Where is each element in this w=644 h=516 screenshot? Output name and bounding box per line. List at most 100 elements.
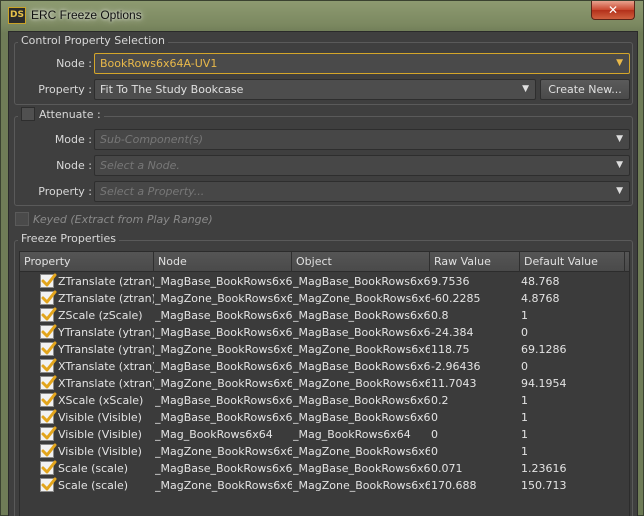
table-row[interactable]: Visible (Visible) _Mag_BookRows6x64 _Mag_B…	[20, 426, 629, 443]
cell-object: _Mag_BookRows6x64	[293, 428, 411, 441]
cell-object: _MagBase_BookRows6x64	[293, 360, 430, 373]
cell-object: _MagBase_BookRows6x64	[293, 394, 430, 407]
cell-property: ZTranslate (ztran)	[58, 292, 154, 305]
table-row[interactable]: XTranslate (xtran) _MagBase_BookRows6x64 _…	[20, 358, 629, 375]
cell-default-value: 1.23616	[521, 462, 567, 475]
mode-dropdown[interactable]: Sub-Component(s) ▼	[94, 129, 630, 150]
table-row[interactable]: ZTranslate (ztran) _MagZone_BookRows6x64 _…	[20, 290, 629, 307]
row-checkbox[interactable]	[40, 443, 57, 458]
control-property-selection-title: Control Property Selection	[18, 34, 168, 47]
node-dropdown[interactable]: BookRows6x64A-UV1 ▼	[94, 53, 630, 74]
cell-property: Visible (Visible)	[58, 411, 142, 424]
column-header-raw-value[interactable]: Raw Value	[430, 252, 520, 272]
checkmark-icon	[41, 324, 57, 338]
checkmark-icon	[41, 307, 57, 321]
cell-default-value: 0	[521, 326, 528, 339]
column-header-default-value[interactable]: Default Value	[520, 252, 625, 272]
chevron-down-icon: ▼	[616, 186, 623, 196]
row-checkbox[interactable]	[40, 290, 57, 305]
node-dropdown-value: BookRows6x64A-UV1	[100, 57, 218, 70]
close-button[interactable]: ✕	[591, 1, 635, 20]
create-new-button[interactable]: Create New...	[540, 79, 630, 100]
keyed-checkbox[interactable]	[15, 212, 29, 226]
column-header-property[interactable]: Property	[20, 252, 154, 272]
cell-property: ZScale (zScale)	[58, 309, 143, 322]
cell-raw-value: 0.071	[431, 462, 463, 475]
table-row[interactable]: ZTranslate (ztran) _MagBase_BookRows6x64 _…	[20, 273, 629, 290]
table-row[interactable]: Scale (scale) _MagBase_BookRows6x64 _MagBa…	[20, 460, 629, 477]
cell-default-value: 1	[521, 309, 528, 322]
row-checkbox[interactable]	[40, 409, 57, 424]
row-checkbox[interactable]	[40, 341, 57, 356]
cell-raw-value: -24.384	[431, 326, 474, 339]
attenuate-node-dropdown[interactable]: Select a Node. ▼	[94, 155, 630, 176]
cell-default-value: 1	[521, 411, 528, 424]
cell-node: _MagBase_BookRows6x64	[155, 411, 292, 424]
column-header-node[interactable]: Node	[154, 252, 292, 272]
row-checkbox[interactable]	[40, 273, 57, 288]
cell-raw-value: 118.75	[431, 343, 470, 356]
cell-property: XScale (xScale)	[58, 394, 144, 407]
column-header-object[interactable]: Object	[292, 252, 430, 272]
cell-node: _MagZone_BookRows6x64	[155, 292, 292, 305]
cell-property: Visible (Visible)	[58, 428, 142, 441]
checkmark-icon	[41, 443, 57, 457]
chevron-down-icon: ▼	[616, 58, 623, 68]
checkmark-icon	[41, 392, 57, 406]
cell-raw-value: 0	[431, 411, 438, 424]
row-checkbox[interactable]	[40, 460, 57, 475]
table-row[interactable]: XScale (xScale) _MagBase_BookRows6x64 _Mag…	[20, 392, 629, 409]
checkmark-icon	[41, 460, 57, 474]
cell-node: _MagBase_BookRows6x64	[155, 394, 292, 407]
cell-raw-value: 9.7536	[431, 275, 470, 288]
row-checkbox[interactable]	[40, 426, 57, 441]
chevron-down-icon: ▼	[616, 160, 623, 170]
attenuate-node-label: Node :	[56, 159, 92, 172]
table-row[interactable]: YTranslate (ytran) _MagBase_BookRows6x64 _…	[20, 324, 629, 341]
table-row[interactable]: ZScale (zScale) _MagBase_BookRows6x64 _Mag…	[20, 307, 629, 324]
table-row[interactable]: Scale (scale) _MagZone_BookRows6x64 _MagZo…	[20, 477, 629, 494]
row-checkbox[interactable]	[40, 375, 57, 390]
keyed-label: Keyed (Extract from Play Range)	[33, 213, 213, 226]
cell-default-value: 69.1286	[521, 343, 567, 356]
checkmark-icon	[41, 341, 57, 355]
cell-property: Scale (scale)	[58, 479, 129, 492]
cell-object: _MagBase_BookRows6x64	[293, 411, 430, 424]
cell-node: _Mag_BookRows6x64	[155, 428, 273, 441]
cell-node: _MagZone_BookRows6x64	[155, 445, 292, 458]
attenuate-property-dropdown[interactable]: Select a Property... ▼	[94, 181, 630, 202]
row-checkbox[interactable]	[40, 358, 57, 373]
freeze-properties-table: Property Node Object Raw Value Default V…	[19, 251, 630, 516]
cell-property: YTranslate (ytran)	[58, 343, 154, 356]
cell-default-value: 0	[521, 360, 528, 373]
row-checkbox[interactable]	[40, 324, 57, 339]
table-row[interactable]: XTranslate (xtran) _MagZone_BookRows6x64 _…	[20, 375, 629, 392]
checkmark-icon	[41, 409, 57, 423]
row-checkbox[interactable]	[40, 307, 57, 322]
row-checkbox[interactable]	[40, 392, 57, 407]
cell-node: _MagZone_BookRows6x64	[155, 479, 292, 492]
table-row[interactable]: Visible (Visible) _MagZone_BookRows6x64 _M…	[20, 443, 629, 460]
cell-raw-value: 0.8	[431, 309, 449, 322]
node-label: Node :	[56, 57, 92, 70]
cell-object: _MagBase_BookRows6x64	[293, 462, 430, 475]
chevron-down-icon: ▼	[616, 134, 623, 144]
table-row[interactable]: Visible (Visible) _MagBase_BookRows6x64 _M…	[20, 409, 629, 426]
attenuate-checkbox[interactable]	[21, 107, 35, 121]
attenuate-property-label: Property :	[38, 185, 92, 198]
window-title: ERC Freeze Options	[31, 8, 142, 22]
table-header: Property Node Object Raw Value Default V…	[20, 252, 629, 272]
cell-property: ZTranslate (ztran)	[58, 275, 154, 288]
cell-raw-value: 0	[431, 428, 438, 441]
window-frame: DS ERC Freeze Options ✕ Control Property…	[0, 0, 644, 516]
property-dropdown[interactable]: Fit To The Study Bookcase ▼	[94, 79, 536, 100]
daz-studio-app-icon: DS	[8, 7, 26, 24]
row-checkbox[interactable]	[40, 477, 57, 492]
cell-node: _MagBase_BookRows6x64	[155, 275, 292, 288]
cell-default-value: 1	[521, 445, 528, 458]
cell-default-value: 1	[521, 394, 528, 407]
title-bar[interactable]: DS ERC Freeze Options ✕	[1, 1, 644, 32]
cell-property: Scale (scale)	[58, 462, 129, 475]
table-row[interactable]: YTranslate (ytran) _MagZone_BookRows6x64 _…	[20, 341, 629, 358]
cell-node: _MagBase_BookRows6x64	[155, 309, 292, 322]
